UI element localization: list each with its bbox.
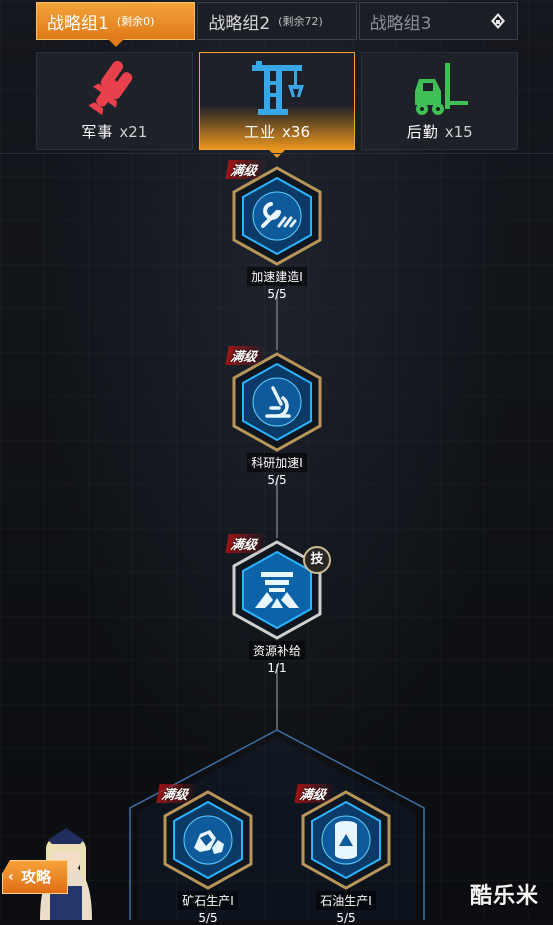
max-level-badge: 满级 <box>225 534 267 553</box>
tech-node-ore-production[interactable]: 满级 矿石生产I 5/5 <box>156 784 256 925</box>
guide-button-label: 攻略 <box>21 868 52 886</box>
tech-node-build-speed[interactable]: 满级 加速建造I 5/5 <box>225 160 325 301</box>
node-name: 资源补给 <box>248 641 305 660</box>
node-name: 石油生产I <box>316 891 376 910</box>
node-name: 矿石生产I <box>178 891 238 910</box>
max-level-badge: 满级 <box>156 784 198 803</box>
skill-badge: 技 <box>303 546 331 574</box>
guide-button[interactable]: ‹ 攻略 <box>2 860 68 894</box>
max-level-badge: 满级 <box>225 346 267 365</box>
watermark: 酷乐米 <box>469 884 539 909</box>
chevron-left-icon: ‹ <box>8 869 14 885</box>
node-level: 5/5 <box>336 911 356 925</box>
ore-icon <box>194 830 224 854</box>
node-name: 科研加速I <box>247 453 307 472</box>
max-level-badge: 满级 <box>294 784 336 803</box>
node-level: 5/5 <box>198 911 218 925</box>
node-level: 5/5 <box>267 473 287 487</box>
tech-node-resource-supply[interactable]: 满级 技 资源补给 1/1 <box>225 534 331 675</box>
wrench-speed-icon <box>261 202 297 228</box>
max-level-badge: 满级 <box>225 160 267 179</box>
microscope-icon <box>265 386 291 418</box>
node-level: 1/1 <box>267 661 287 675</box>
tech-node-oil-production[interactable]: 满级 石油生产I 5/5 <box>294 784 394 925</box>
node-name: 加速建造I <box>247 267 307 286</box>
supply-icon <box>255 572 299 608</box>
oil-barrel-icon <box>335 821 357 859</box>
node-level: 5/5 <box>267 287 287 301</box>
tech-node-research-speed[interactable]: 满级 科研加速I 5/5 <box>225 346 325 487</box>
